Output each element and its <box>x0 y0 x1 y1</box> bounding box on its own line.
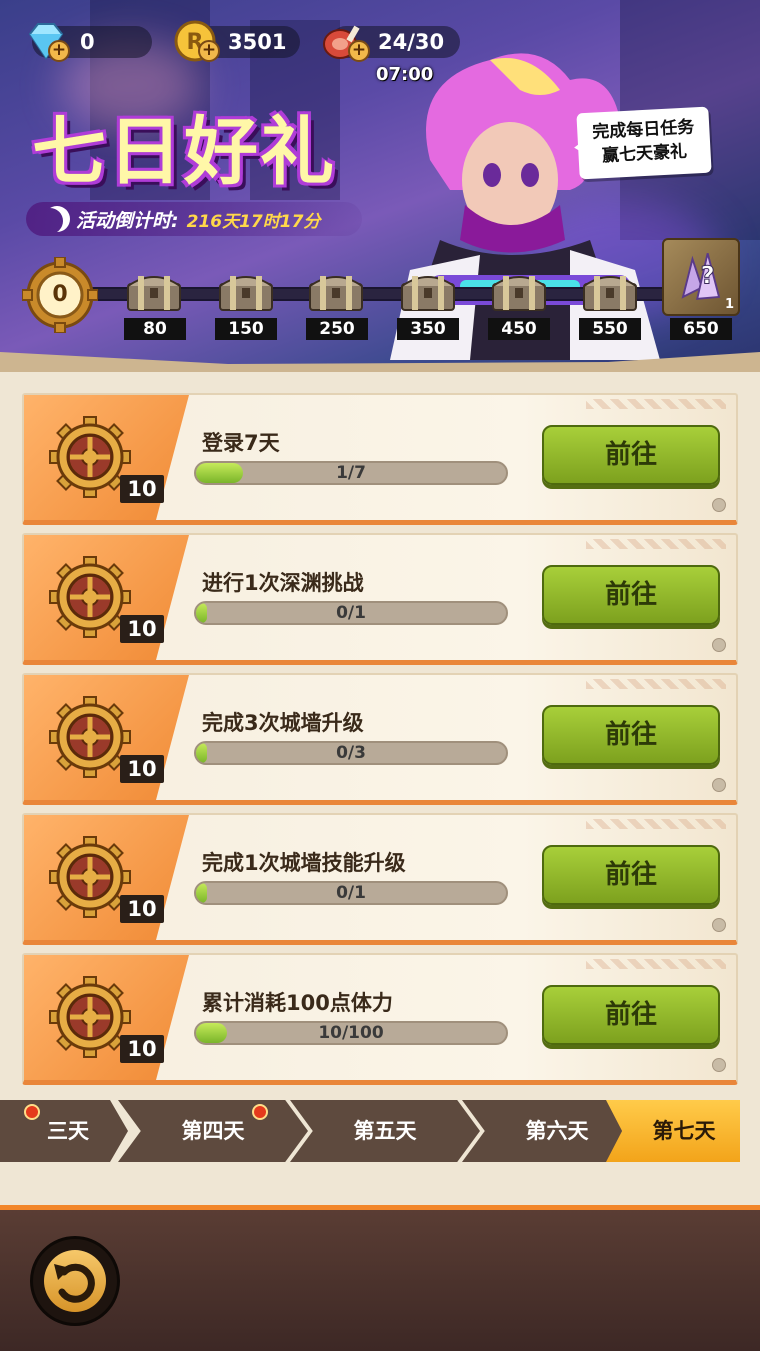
task-progress-bar: 1/7 <box>194 461 508 485</box>
bolt-decoration <box>712 498 726 512</box>
chest-graphic <box>492 276 546 311</box>
points-current: 0 <box>52 282 68 307</box>
add-stamina-button[interactable]: + <box>348 40 370 62</box>
tab-label: 第五天 <box>353 1119 417 1143</box>
final-reward-crystal[interactable]: ? 1 <box>662 238 740 316</box>
final-reward-count: 1 <box>724 297 734 312</box>
event-banner: 0 + 3501 R + 24/30 + 07:00 七日好礼 活动倒计时: 2… <box>0 0 760 365</box>
task-progress-text: 10/100 <box>318 1023 384 1043</box>
task-name: 进行1次深渊挑战 <box>202 571 364 595</box>
task-reward-amount: 10 <box>120 895 164 923</box>
task-progress-bar: 0/1 <box>194 881 508 905</box>
task-progress-text: 0/1 <box>336 603 366 623</box>
chest-icon[interactable] <box>489 268 549 314</box>
chest-icon[interactable] <box>124 268 184 314</box>
task-card: 10 完成1次城墙技能升级 0/1 前往 <box>22 813 738 945</box>
chest-graphic <box>309 276 363 311</box>
task-name: 完成1次城墙技能升级 <box>202 851 406 875</box>
task-name: 登录7天 <box>202 431 280 455</box>
bolt-decoration <box>712 918 726 932</box>
tab-label: 第六天 <box>525 1119 589 1143</box>
chest-graphic <box>583 276 637 311</box>
task-reward-amount: 10 <box>120 615 164 643</box>
chest-graphic <box>219 276 273 311</box>
milestone-label: 650 <box>670 318 732 340</box>
task-decoration <box>586 679 726 689</box>
moon-icon <box>44 206 70 232</box>
task-card: 10 进行1次深渊挑战 0/1 前往 <box>22 533 738 665</box>
task-progress-bar: 0/1 <box>194 601 508 625</box>
event-countdown: 活动倒计时: 216天17时17分 <box>26 202 362 236</box>
task-progress-bar: 0/3 <box>194 741 508 765</box>
bolt-decoration <box>712 1058 726 1072</box>
svg-text:?: ? <box>700 261 714 290</box>
milestone-label: 250 <box>306 318 368 340</box>
task-progress-text: 0/1 <box>336 883 366 903</box>
go-button[interactable]: 前往 <box>542 985 720 1045</box>
task-reward-amount: 10 <box>120 755 164 783</box>
task-card: 10 完成3次城墙升级 0/3 前往 <box>22 673 738 805</box>
milestone-label: 80 <box>124 318 186 340</box>
tab-day-4[interactable]: 第四天 <box>118 1100 308 1162</box>
coin-amount: 3501 <box>228 30 287 54</box>
task-progress-text: 0/3 <box>336 743 366 763</box>
tab-label: 第四天 <box>181 1119 245 1143</box>
task-card: 10 登录7天 1/7 前往 <box>22 393 738 525</box>
event-title: 七日好礼 <box>32 109 336 195</box>
countdown-label: 活动倒计时: <box>76 209 179 232</box>
bottom-bar <box>0 1205 760 1351</box>
notification-dot-icon <box>24 1104 40 1120</box>
task-progress-text: 1/7 <box>336 463 366 483</box>
stamina-timer: 07:00 <box>376 64 434 85</box>
task-decoration <box>586 959 726 969</box>
bolt-decoration <box>712 778 726 792</box>
go-button[interactable]: 前往 <box>542 705 720 765</box>
tab-label: 三天 <box>47 1119 89 1143</box>
tab-label: 第七天 <box>652 1119 716 1143</box>
tab-day-7[interactable]: 第七天 <box>606 1100 740 1162</box>
countdown-value: 216天17时17分 <box>186 211 321 232</box>
tab-day-3[interactable]: 三天 <box>0 1100 128 1162</box>
chest-graphic <box>401 276 455 311</box>
go-button[interactable]: 前往 <box>542 425 720 485</box>
chest-icon[interactable] <box>306 268 366 314</box>
chest-icon[interactable] <box>398 268 458 314</box>
task-decoration <box>586 399 726 409</box>
notification-dot-icon <box>252 1104 268 1120</box>
speech-bubble: 完成每日任务 赢七天豪礼 <box>576 106 712 180</box>
milestone-label: 350 <box>397 318 459 340</box>
diamond-amount: 0 <box>80 30 95 54</box>
add-coin-button[interactable]: + <box>198 40 220 62</box>
points-gear-badge: 0 <box>21 256 99 334</box>
task-card: 10 累计消耗100点体力 10/100 前往 <box>22 953 738 1085</box>
stamina-amount: 24/30 <box>378 30 445 54</box>
chest-icon[interactable] <box>580 268 640 314</box>
milestone-label: 550 <box>579 318 641 340</box>
tab-day-5[interactable]: 第五天 <box>290 1100 480 1162</box>
milestone-label: 450 <box>488 318 550 340</box>
go-button[interactable]: 前往 <box>542 565 720 625</box>
task-reward-amount: 10 <box>120 475 164 503</box>
task-name: 累计消耗100点体力 <box>202 991 393 1015</box>
back-arrow-icon <box>54 1263 95 1303</box>
task-name: 完成3次城墙升级 <box>202 711 364 735</box>
go-button[interactable]: 前往 <box>542 845 720 905</box>
task-progress-bar: 10/100 <box>194 1021 508 1045</box>
bolt-decoration <box>712 638 726 652</box>
task-decoration <box>586 539 726 549</box>
task-reward-amount: 10 <box>120 1035 164 1063</box>
milestone-label: 150 <box>215 318 277 340</box>
task-decoration <box>586 819 726 829</box>
back-button[interactable] <box>30 1236 120 1326</box>
back-button-face <box>44 1250 106 1312</box>
day-tabs: 三天 第四天 第五天 第六天 第七天 <box>0 1100 740 1164</box>
chest-graphic <box>127 276 181 311</box>
add-diamond-button[interactable]: + <box>48 40 70 62</box>
chest-icon[interactable] <box>216 268 276 314</box>
